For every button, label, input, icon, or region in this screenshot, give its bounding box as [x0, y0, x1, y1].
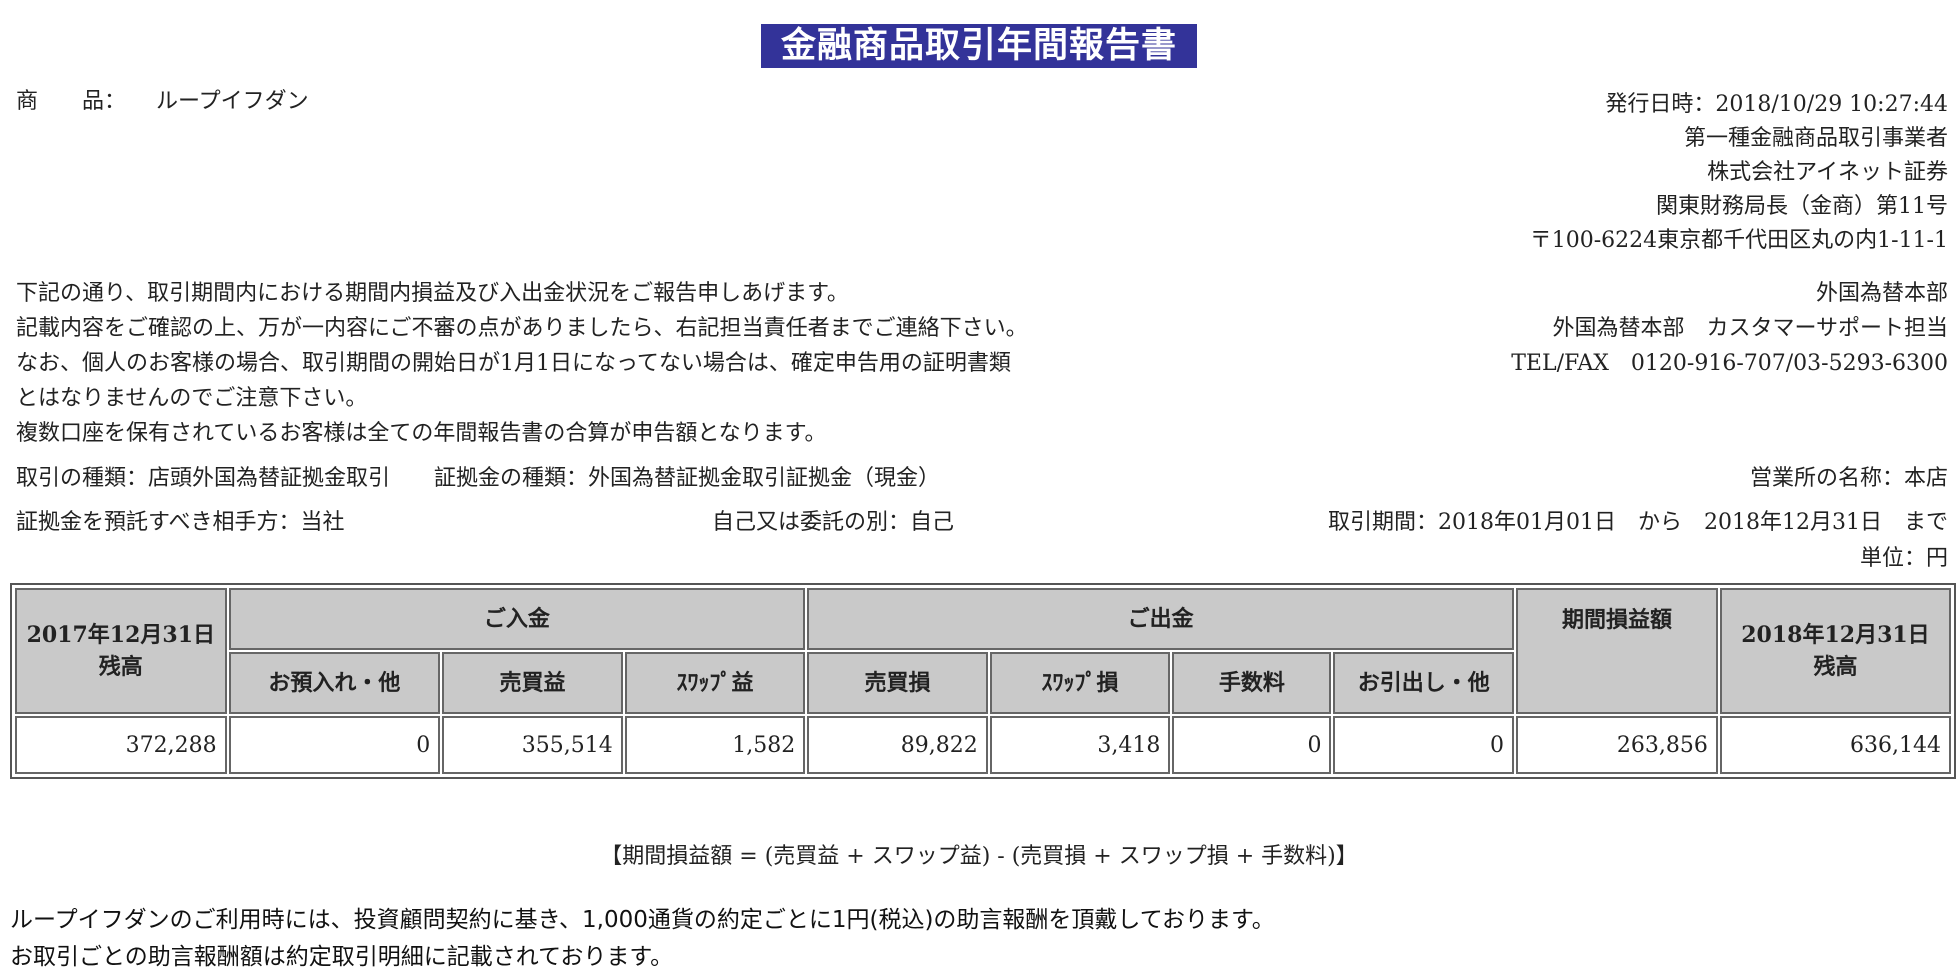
header-withdrawal-other: お引出し・他	[1333, 652, 1515, 714]
footer-note: ループイフダンのご利用時には、投資顧問契約に基き、1,000通貨の約定ごとに1円…	[10, 902, 1275, 976]
cell-swap-loss: 3,418	[989, 716, 1171, 774]
pl-formula: 【期間損益額 = (売買益 + スワップ益) - (売買損 + スワップ損 + …	[600, 844, 1358, 869]
notice-line: 複数口座を保有されているお客様は全ての年間報告書の合算が申告額となります。	[16, 421, 827, 446]
footer-line: ループイフダンのご利用時には、投資顧問契約に基き、1,000通貨の約定ごとに1円…	[10, 907, 1275, 933]
issued-at: 発行日時：2018/10/29 10:27:44	[1605, 92, 1948, 117]
header-fee: 手数料	[1172, 652, 1332, 714]
header-deposit: ご入金	[228, 588, 806, 650]
issuer-line: 株式会社アイネット証券	[1707, 160, 1948, 185]
cell-period-pl: 263,856	[1516, 716, 1718, 774]
header-deposit-other: お預入れ・他	[228, 652, 441, 714]
product-value: ループイフダン	[156, 89, 309, 114]
summary-table-frame: 2017年12月31日 残高 ご入金 ご出金 期間損益額 2018年12月31日…	[10, 583, 1956, 779]
product-label: 商 品：	[16, 89, 127, 114]
cell-swap-profit: 1,582	[624, 716, 806, 774]
counterparty: 証拠金を預託すべき相手方：当社	[16, 510, 345, 535]
issuer-line: 第一種金融商品取引事業者	[1683, 126, 1948, 151]
cell-fee: 0	[1172, 716, 1332, 774]
cell-opening-balance: 372,288	[15, 716, 227, 774]
notice-line: とはなりませんのでご注意下さい。	[16, 386, 368, 411]
table-header-row: 2017年12月31日 残高 ご入金 ご出金 期間損益額 2018年12月31日…	[15, 588, 1951, 714]
cell-deposit-other: 0	[228, 716, 441, 774]
title-area: 金融商品取引年間報告書	[0, 24, 1958, 68]
cell-closing-balance: 636,144	[1719, 716, 1951, 774]
cell-trade-profit: 355,514	[442, 716, 623, 774]
header-opening-balance: 2017年12月31日 残高	[15, 588, 227, 714]
self-or-consign: 自己又は委託の別：自己	[712, 510, 955, 535]
header-trade-loss: 売買損	[807, 652, 988, 714]
product-line: 商 品： ループイフダン	[16, 88, 309, 116]
contact-line: 外国為替本部 カスタマーサポート担当	[1552, 316, 1948, 341]
header-closing-balance: 2018年12月31日 残高	[1719, 588, 1951, 714]
contact-line: TEL/FAX 0120-916-707/03-5293-6300	[1511, 351, 1948, 376]
notice-block: 下記の通り、取引期間内における期間内損益及び入出金状況をご報告申しあげます。 記…	[16, 276, 1028, 451]
header-period-pl: 期間損益額	[1516, 588, 1718, 714]
trade-type: 取引の種類：店頭外国為替証拠金取引	[16, 466, 391, 491]
margin-type: 証拠金の種類：外国為替証拠金取引証拠金（現金）	[434, 466, 941, 491]
issuer-line: 関東財務局長（金商）第11号	[1656, 194, 1948, 219]
annual-report-page: 金融商品取引年間報告書 商 品： ループイフダン 発行日時：2018/10/29 …	[0, 0, 1958, 980]
issuer-line: 〒100-6224東京都千代田区丸の内1-11-1	[1529, 228, 1948, 253]
summary-table: 2017年12月31日 残高 ご入金 ご出金 期間損益額 2018年12月31日…	[13, 586, 1953, 776]
table-row: 372,288 0 355,514 1,582 89,822 3,418 0 0…	[15, 716, 1951, 774]
report-title: 金融商品取引年間報告書	[760, 24, 1197, 68]
office-name: 営業所の名称：本店	[1749, 466, 1948, 491]
cell-withdrawal-other: 0	[1333, 716, 1515, 774]
contact-line: 外国為替本部	[1815, 281, 1948, 306]
notice-line: 記載内容をご確認の上、万が一内容にご不審の点がありましたら、右記担当責任者までご…	[16, 316, 1028, 341]
trade-info-line: 取引の種類：店頭外国為替証拠金取引 証拠金の種類：外国為替証拠金取引証拠金（現金）	[16, 465, 940, 493]
header-swap-profit: ｽﾜｯﾌﾟ益	[624, 652, 806, 714]
notice-line: なお、個人のお客様の場合、取引期間の開始日が1月1日になってない場合は、確定申告…	[16, 351, 1011, 376]
notice-line: 下記の通り、取引期間内における期間内損益及び入出金状況をご報告申しあげます。	[16, 281, 849, 306]
unit-label: 単位：円	[1859, 546, 1948, 571]
trade-period: 取引期間：2018年01月01日 から 2018年12月31日 まで	[1328, 510, 1948, 535]
cell-trade-loss: 89,822	[807, 716, 988, 774]
header-withdrawal: ご出金	[807, 588, 1515, 650]
footer-line: お取引ごとの助言報酬額は約定取引明細に記載されております。	[10, 944, 674, 970]
header-trade-profit: 売買益	[442, 652, 623, 714]
contact-block: 外国為替本部 外国為替本部 カスタマーサポート担当 TEL/FAX 0120-9…	[1511, 276, 1948, 381]
header-swap-loss: ｽﾜｯﾌﾟ損	[989, 652, 1171, 714]
issuer-block: 発行日時：2018/10/29 10:27:44 第一種金融商品取引事業者 株式…	[1530, 88, 1948, 258]
